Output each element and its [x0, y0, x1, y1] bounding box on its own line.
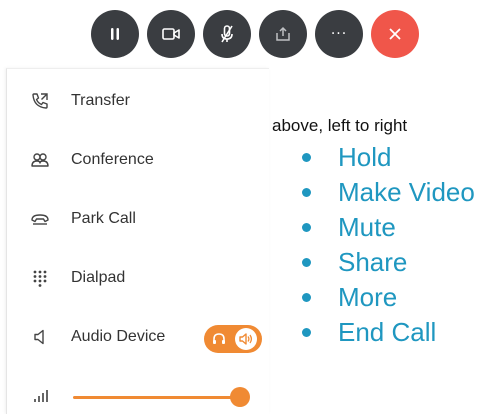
volume-track[interactable] — [73, 396, 249, 399]
menu-item-label: Audio Device — [71, 328, 166, 345]
more-button[interactable]: ··· — [315, 10, 363, 58]
menu-item-label: Dialpad — [71, 269, 126, 286]
menu-item-conference[interactable]: Conference — [7, 140, 269, 180]
make-video-button[interactable] — [147, 10, 195, 58]
menu-item-audio-device[interactable]: Audio Device — [7, 317, 269, 357]
menu-item-transfer[interactable]: Transfer — [7, 81, 269, 121]
annotation-item: Mute — [300, 210, 475, 245]
audio-output-toggle[interactable] — [204, 325, 262, 353]
speaker-icon[interactable] — [235, 328, 257, 350]
annotation-item: Share — [300, 245, 475, 280]
close-icon — [389, 28, 401, 40]
menu-item-park-call[interactable]: Park Call — [7, 199, 269, 239]
annotation-caption: above, left to right — [272, 116, 408, 135]
conference-icon — [29, 149, 51, 171]
more-dots-icon: ··· — [330, 26, 348, 42]
pause-icon — [111, 28, 119, 40]
call-control-bar: ··· — [91, 10, 421, 58]
mute-button[interactable] — [203, 10, 251, 58]
annotation-item: Make Video — [300, 175, 475, 210]
headset-icon[interactable] — [208, 328, 230, 350]
microphone-muted-icon — [221, 25, 233, 43]
share-button[interactable] — [259, 10, 307, 58]
dialpad-icon — [29, 267, 51, 289]
call-transfer-icon — [29, 90, 51, 112]
menu-item-label: Conference — [71, 151, 154, 168]
share-icon — [276, 26, 290, 41]
annotation-item: Hold — [300, 140, 475, 175]
annotation-list: Hold Make Video Mute Share More End Call — [300, 140, 475, 350]
annotation-item: More — [300, 280, 475, 315]
volume-slider-thumb[interactable] — [230, 387, 251, 407]
end-call-button[interactable] — [371, 10, 419, 58]
menu-item-label: Park Call — [71, 210, 136, 227]
hold-button[interactable] — [91, 10, 139, 58]
speaker-icon — [29, 326, 51, 348]
signal-bars-icon — [33, 389, 49, 408]
call-options-menu: Transfer Conference Park Call Dialpad Au… — [6, 68, 269, 414]
menu-item-label: Transfer — [71, 92, 130, 109]
park-call-icon — [29, 208, 51, 230]
annotation-item: End Call — [300, 315, 475, 350]
menu-item-dialpad[interactable]: Dialpad — [7, 258, 269, 298]
video-camera-icon — [162, 28, 180, 40]
